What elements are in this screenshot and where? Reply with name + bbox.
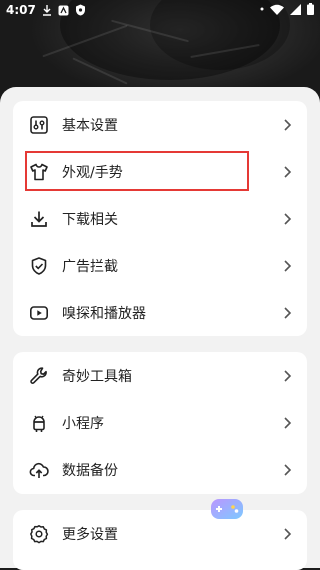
menu-item-label: 基本设置 <box>62 117 118 134</box>
android-icon <box>33 415 45 432</box>
chevron-right-icon <box>284 259 292 272</box>
highlight-box <box>25 151 249 191</box>
play-box-icon <box>29 305 48 320</box>
menu-item-basic-settings[interactable]: 基本设置 <box>13 101 307 148</box>
settings-group-3: 更多设置 <box>13 510 307 570</box>
battery-icon <box>307 3 314 15</box>
menu-item-label: 广告拦截 <box>62 258 118 275</box>
settings-sheet: 基本设置 外观/手势 下载相关 广告拦截 嗅探和播放器 奇妙工具箱 小程序 数据… <box>0 87 320 570</box>
chevron-right-icon <box>284 463 292 476</box>
app-notification-icon <box>58 5 69 15</box>
menu-item-appearance-gestures[interactable]: 外观/手势 <box>13 148 307 195</box>
menu-item-ad-block[interactable]: 广告拦截 <box>13 242 307 289</box>
menu-item-label: 小程序 <box>62 415 104 432</box>
cloud-upload-icon <box>29 462 49 478</box>
chevron-right-icon <box>284 212 292 225</box>
status-bar: 4:07 <box>0 0 320 20</box>
menu-item-label: 更多设置 <box>62 526 118 543</box>
status-time: 4:07 <box>6 3 36 17</box>
menu-item-label: 嗅探和播放器 <box>62 305 146 322</box>
settings-group-2: 奇妙工具箱 小程序 数据备份 <box>13 352 307 494</box>
chevron-right-icon <box>284 165 292 178</box>
menu-item-mini-programs[interactable]: 小程序 <box>13 399 307 446</box>
signal-icon <box>290 3 301 15</box>
gamepad-logo-icon <box>211 499 243 519</box>
chevron-right-icon <box>284 369 292 382</box>
tshirt-icon <box>30 163 48 180</box>
shield-check-icon <box>31 256 47 275</box>
menu-item-label: 外观/手势 <box>62 164 123 181</box>
chevron-right-icon <box>284 306 292 319</box>
gear-icon <box>30 524 49 543</box>
download-notification-icon <box>42 4 51 16</box>
menu-item-label: 下载相关 <box>62 211 118 228</box>
chevron-right-icon <box>284 416 292 429</box>
wifi-icon <box>270 4 284 15</box>
menu-item-data-backup[interactable]: 数据备份 <box>13 446 307 493</box>
chevron-right-icon <box>284 527 292 540</box>
settings-group-1: 基本设置 外观/手势 下载相关 广告拦截 嗅探和播放器 <box>13 101 307 336</box>
menu-item-sniffer-player[interactable]: 嗅探和播放器 <box>13 289 307 336</box>
menu-item-label: 奇妙工具箱 <box>62 368 132 385</box>
chevron-right-icon <box>284 118 292 131</box>
menu-item-more-settings[interactable]: 更多设置 <box>13 510 307 557</box>
menu-item-label: 数据备份 <box>62 462 118 479</box>
dot-indicator-icon <box>260 7 264 11</box>
menu-item-toolbox[interactable]: 奇妙工具箱 <box>13 352 307 399</box>
shield-notification-icon <box>75 4 85 16</box>
wrench-icon <box>30 366 47 384</box>
download-icon <box>31 211 47 227</box>
sliders-icon <box>30 115 48 134</box>
menu-item-download[interactable]: 下载相关 <box>13 195 307 242</box>
